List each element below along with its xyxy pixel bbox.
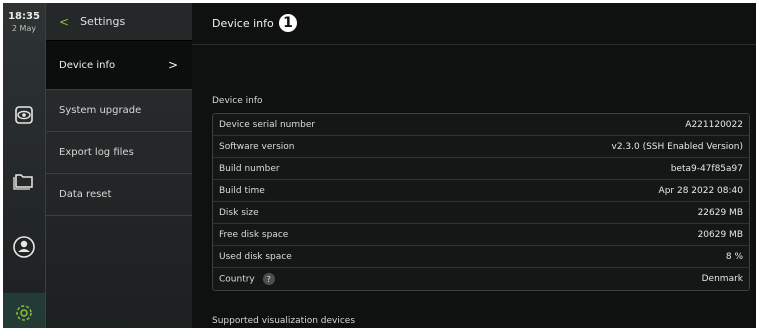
table-row: Used disk space 8 %: [213, 246, 749, 268]
status-time: 18:35: [8, 11, 40, 22]
row-label: Build time: [219, 185, 265, 196]
gear-icon[interactable]: [10, 299, 38, 327]
row-label: Device serial number: [219, 119, 316, 130]
side-rail: 18:35 2 May: [3, 3, 46, 328]
eye-icon[interactable]: [10, 101, 38, 129]
table-row: Country? Denmark: [213, 268, 749, 290]
row-label: Disk size: [219, 207, 259, 218]
row-label-group: Country?: [219, 273, 275, 285]
settings-back-button[interactable]: < Settings: [46, 3, 192, 41]
settings-title: Settings: [80, 15, 126, 28]
menu-item-label: Device info: [59, 59, 116, 71]
table-row: Disk size 22629 MB: [213, 202, 749, 224]
help-icon[interactable]: ?: [262, 273, 275, 285]
status-date: 2 May: [11, 24, 37, 33]
row-value: 22629 MB: [697, 207, 743, 218]
menu-item-label: Data reset: [59, 189, 112, 200]
user-icon[interactable]: [10, 233, 38, 261]
back-chevron-icon: <: [59, 14, 70, 29]
main-content: Device info 1 Device info Device serial …: [192, 3, 756, 328]
row-value: v2.3.0 (SSH Enabled Version): [611, 141, 744, 152]
menu-item-label: System upgrade: [59, 105, 142, 116]
table-row: Build number beta9-47f85a97: [213, 158, 749, 180]
table-row: Build time Apr 28 2022 08:40: [213, 180, 749, 202]
app-screen: 18:35 2 May < Settings Device info > Sys…: [3, 3, 756, 328]
row-value: Denmark: [701, 274, 743, 284]
menu-item-device-info[interactable]: Device info >: [46, 41, 192, 90]
status-clock: 18:35 2 May: [3, 11, 45, 34]
row-label: Free disk space: [219, 229, 289, 240]
annotation-badge: 1: [277, 12, 299, 34]
menu-item-system-upgrade[interactable]: System upgrade: [46, 90, 192, 132]
menu-item-data-reset[interactable]: Data reset: [46, 174, 192, 216]
row-label: Build number: [219, 163, 280, 174]
table-row: Free disk space 20629 MB: [213, 224, 749, 246]
device-info-table: Device serial number A221120022 Software…: [212, 113, 750, 291]
table-row: Device serial number A221120022: [213, 114, 749, 136]
table-row: Software version v2.3.0 (SSH Enabled Ver…: [213, 136, 749, 158]
page-title: Device info: [212, 17, 274, 30]
folder-icon[interactable]: [10, 166, 38, 194]
row-value: 20629 MB: [697, 229, 743, 240]
chevron-right-icon: >: [167, 58, 178, 72]
row-value: Apr 28 2022 08:40: [658, 185, 743, 196]
section-title: Device info: [212, 96, 263, 106]
row-value: A221120022: [685, 119, 743, 130]
row-value: beta9-47f85a97: [670, 163, 743, 174]
section-title-visualization: Supported visualization devices: [212, 316, 356, 326]
page-header: Device info 1: [192, 3, 756, 45]
settings-menu: < Settings Device info > System upgrade …: [46, 3, 192, 328]
row-value: 8 %: [725, 251, 743, 262]
row-label: Software version: [219, 141, 295, 152]
menu-item-export-log-files[interactable]: Export log files: [46, 132, 192, 174]
row-label: Used disk space: [219, 251, 292, 262]
row-label: Country: [219, 274, 255, 285]
menu-item-label: Export log files: [59, 147, 134, 158]
